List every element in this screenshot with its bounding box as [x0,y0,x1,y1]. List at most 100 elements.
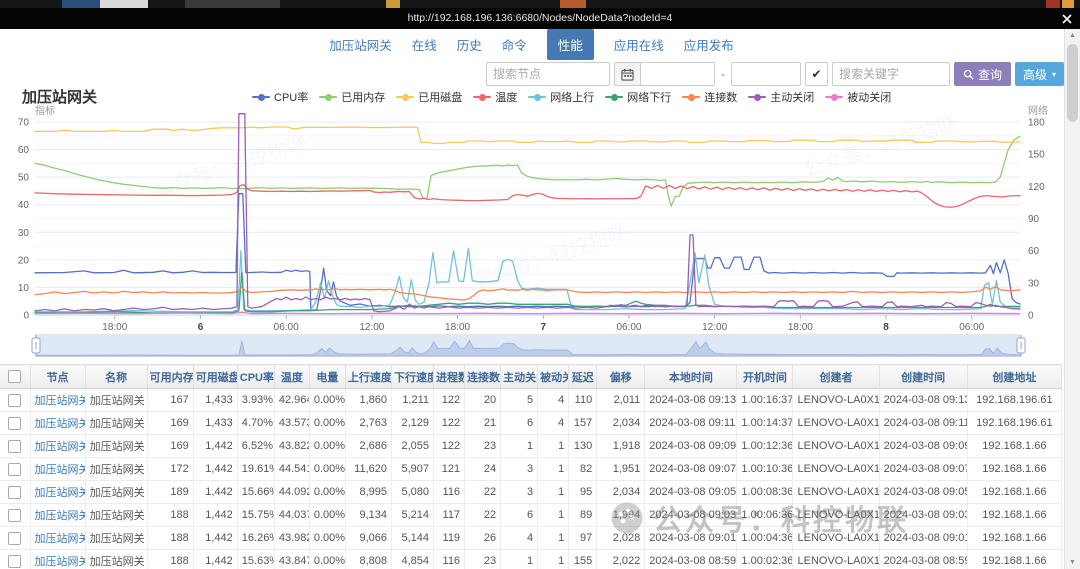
legend-item-被动关闭[interactable]: 被动关闭 [825,89,891,105]
cell-创建时间: 2024-03-08 09:03:07 [879,504,967,527]
cell-可用内存: 188 [147,504,193,527]
performance-chart[interactable]: 指标网络010203040506070030609012015018018:00… [0,104,1060,334]
tab-应用在线[interactable]: 应用在线 [614,35,664,54]
scrollbar-thumb[interactable] [1067,44,1078,122]
cell-本地时间: 2024-03-08 09:13:11 [645,389,737,412]
column-header-延迟[interactable]: 延迟 [569,365,597,389]
svg-text:90: 90 [1028,214,1040,225]
legend-item-连接数[interactable]: 连接数 [682,89,737,105]
column-header-偏移[interactable]: 偏移 [597,365,645,389]
legend-item-网络上行[interactable]: 网络上行 [528,89,594,105]
column-header-温度[interactable]: 温度 [274,365,309,389]
search-keyword-input[interactable] [832,62,950,86]
column-header-上行速度[interactable]: 上行速度 [345,365,391,389]
column-header-创建地址[interactable]: 创建地址 [967,365,1061,389]
search-node-input[interactable] [486,62,610,86]
date-to-input[interactable] [731,62,801,86]
calendar-icon[interactable] [614,62,641,86]
node-link[interactable]: 加压站网关 [30,458,85,481]
column-header-本地时间[interactable]: 本地时间 [645,365,737,389]
column-header-可用磁盘[interactable]: 可用磁盘 [193,365,237,389]
column-header-进程数[interactable]: 进程数 [434,365,465,389]
cell-被动关闭: 1 [538,504,569,527]
node-link[interactable]: 加压站网关 [30,504,85,527]
desktop-fragment [185,0,280,8]
cell-主动关闭: 3 [501,481,538,504]
column-header-连接数[interactable]: 连接数 [465,365,501,389]
column-header-节点[interactable]: 节点 [30,365,85,389]
node-link[interactable]: 加压站网关 [30,481,85,504]
tab-应用发布[interactable]: 应用发布 [684,35,734,54]
date-from-input[interactable] [641,62,715,86]
search-icon [963,69,974,80]
datazoom-slider[interactable] [35,334,1020,357]
tab-加压站网关[interactable]: 加压站网关 [329,35,392,54]
series-line-主动关闭 [35,114,1020,312]
node-link[interactable]: 加压站网关 [30,412,85,435]
scroll-up-icon[interactable]: ▲ [1065,29,1080,42]
row-checkbox[interactable] [8,509,21,522]
svg-text:20: 20 [18,255,30,266]
row-checkbox[interactable] [8,486,21,499]
legend-marker-icon [748,96,766,99]
row-checkbox[interactable] [8,417,21,430]
cell-名称: 加压站网关 [85,389,147,412]
modal-url: http://192.168.196.136:6680/Nodes/NodeDa… [0,8,1080,29]
cell-进程数: 116 [434,481,465,504]
column-header-下行速度[interactable]: 下行速度 [391,365,433,389]
legend-item-温度[interactable]: 温度 [473,89,517,105]
cell-偏移: 2,028 [597,527,645,550]
node-link[interactable]: 加压站网关 [30,527,85,550]
legend-item-CPU率[interactable]: CPU率 [252,89,308,105]
cell-本地时间: 2024-03-08 09:11:10 [645,412,737,435]
column-header-名称[interactable]: 名称 [85,365,147,389]
tab-命令[interactable]: 命令 [502,35,527,54]
cell-进程数: 122 [434,412,465,435]
cell-CPU率: 15.66% [237,481,274,504]
legend-item-已用磁盘[interactable]: 已用磁盘 [396,89,462,105]
row-checkbox[interactable] [8,394,21,407]
cell-名称: 加压站网关 [85,550,147,569]
legend-item-已用内存[interactable]: 已用内存 [319,89,385,105]
cell-本地时间: 2024-03-08 09:05:10 [645,481,737,504]
row-checkbox[interactable] [8,532,21,545]
check-toggle[interactable]: ✔ [805,62,828,86]
scroll-down-icon[interactable]: ▼ [1065,556,1080,569]
node-link[interactable]: 加压站网关 [30,435,85,458]
column-header-开机时间[interactable]: 开机时间 [737,365,793,389]
tab-历史[interactable]: 历史 [457,35,482,54]
column-header-主动关闭[interactable]: 主动关闭 [501,365,538,389]
query-button[interactable]: 查询 [954,62,1011,86]
column-header-被动关闭[interactable]: 被动关闭 [538,365,569,389]
row-checkbox[interactable] [8,440,21,453]
cell-进程数: 122 [434,389,465,412]
cell-创建者: LENOVO-LA0X1806 [793,458,879,481]
select-all-checkbox[interactable] [8,370,21,383]
cell-延迟: 110 [569,389,597,412]
advanced-button[interactable]: 高级 ▾ [1015,62,1064,86]
close-icon[interactable] [1059,11,1075,27]
column-header-创建者[interactable]: 创建者 [793,365,879,389]
svg-text:10: 10 [18,283,30,294]
legend-item-主动关闭[interactable]: 主动关闭 [748,89,814,105]
cell-延迟: 130 [569,435,597,458]
node-link[interactable]: 加压站网关 [30,389,85,412]
svg-text:0: 0 [1028,311,1034,322]
column-header-电量[interactable]: 电量 [309,365,345,389]
column-header-可用内存[interactable]: 可用内存 [147,365,193,389]
column-header-CPU率[interactable]: CPU率 [237,365,274,389]
desktop-fragment [1062,0,1074,8]
cell-创建时间: 2024-03-08 09:13:08 [879,389,967,412]
desktop-fragment [100,0,148,8]
modal-titlebar: http://192.168.196.136:6680/Nodes/NodeDa… [0,8,1080,29]
vertical-scrollbar[interactable]: ▲ ▼ [1064,29,1080,569]
cell-连接数: 22 [465,504,501,527]
tab-性能[interactable]: 性能 [547,29,594,60]
column-header-创建时间[interactable]: 创建时间 [879,365,967,389]
legend-item-网络下行[interactable]: 网络下行 [605,89,671,105]
node-link[interactable]: 加压站网关 [30,550,85,569]
tab-在线[interactable]: 在线 [412,35,437,54]
row-checkbox[interactable] [8,555,21,568]
row-checkbox[interactable] [8,463,21,476]
cell-创建时间: 2024-03-08 09:05:08 [879,481,967,504]
